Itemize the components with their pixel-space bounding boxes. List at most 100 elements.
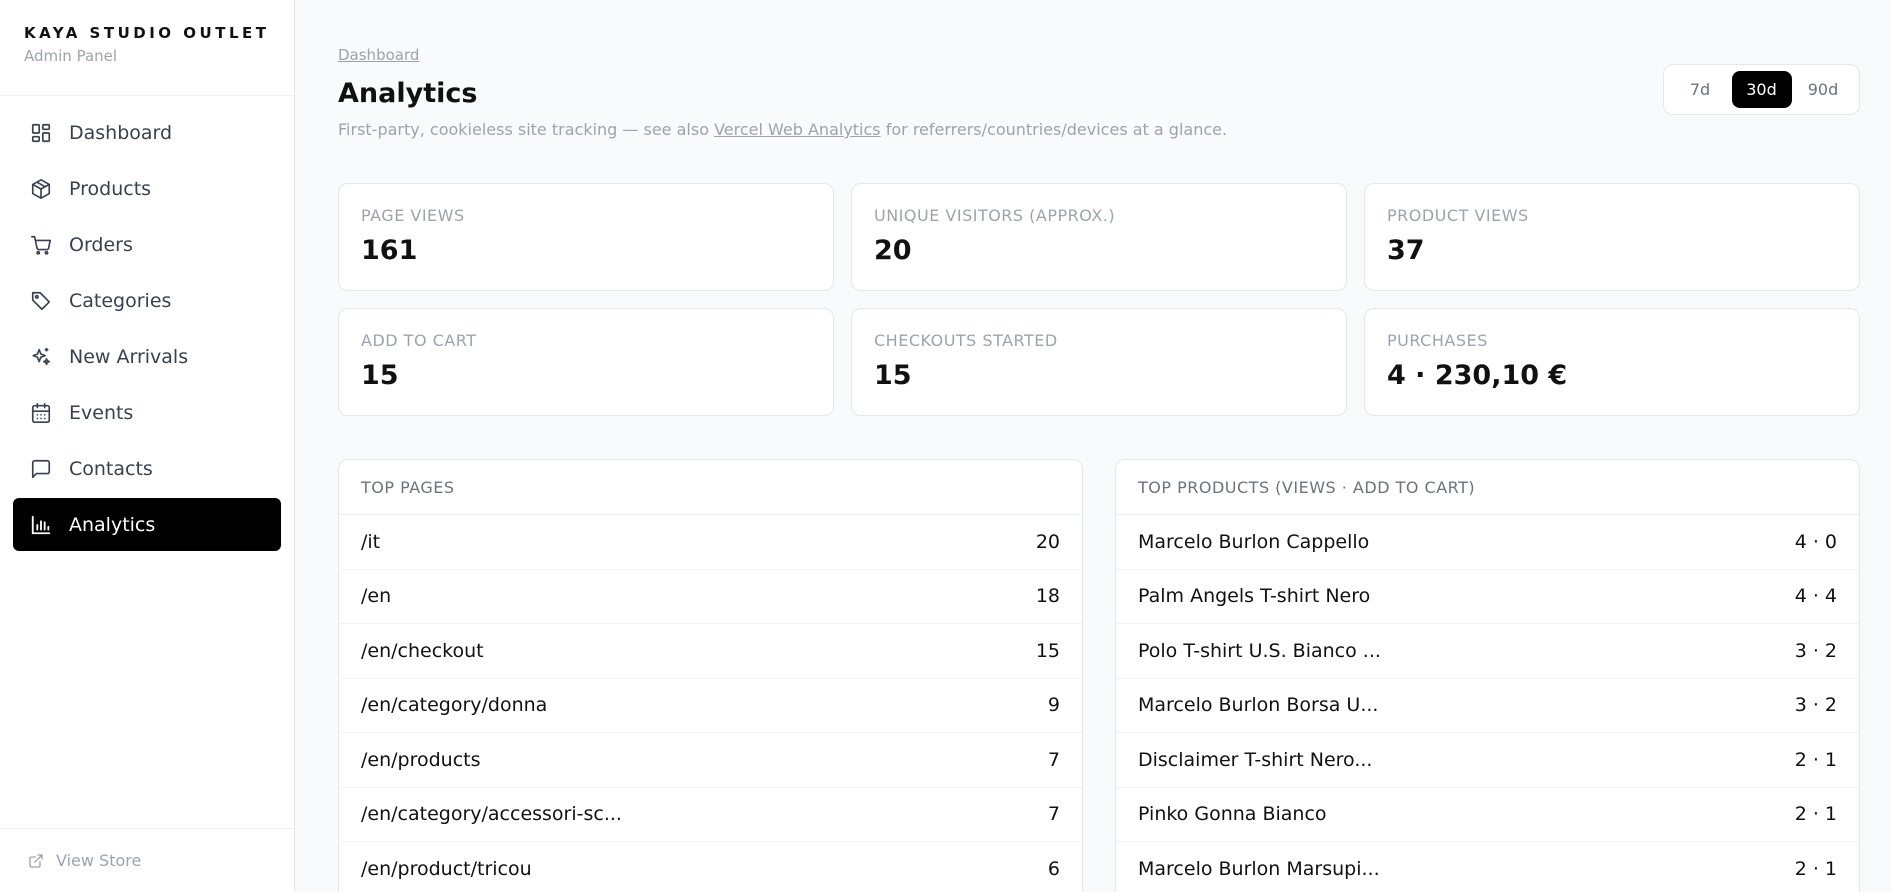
- stat-label: ADD TO CART: [361, 331, 477, 350]
- table-row: Marcelo Burlon Cappello 4 · 0: [1116, 515, 1859, 570]
- stat-label: PAGE VIEWS: [361, 206, 465, 225]
- range-30d-button[interactable]: 30d: [1731, 71, 1792, 108]
- brand-subtitle: Admin Panel: [24, 47, 118, 65]
- panel-title: TOP PRODUCTS (VIEWS · ADD TO CART): [1116, 460, 1859, 515]
- cart-icon: [29, 233, 53, 257]
- stat-value: 4 · 230,10 €: [1387, 360, 1568, 391]
- top-products-panel: TOP PRODUCTS (VIEWS · ADD TO CART) Marce…: [1115, 459, 1860, 892]
- row-value: 20: [1035, 530, 1060, 553]
- row-label: Polo T-shirt U.S. Bianco ...: [1138, 639, 1381, 662]
- brand-title: KAYA STUDIO OUTLET: [24, 24, 270, 42]
- sidebar: KAYA STUDIO OUTLET Admin Panel Dashboard…: [0, 0, 295, 892]
- sidebar-item-products[interactable]: Products: [13, 162, 281, 215]
- sidebar-item-orders[interactable]: Orders: [13, 218, 281, 271]
- row-value: 15: [1035, 639, 1060, 662]
- sidebar-item-label: New Arrivals: [69, 345, 189, 368]
- range-7d-button[interactable]: 7d: [1670, 71, 1730, 108]
- row-label: /en/products: [361, 748, 481, 771]
- sidebar-item-label: Products: [69, 177, 152, 200]
- stat-value: 161: [361, 235, 418, 266]
- table-row: /en/category/donna 9: [339, 679, 1082, 733]
- bar-chart-icon: [29, 513, 53, 537]
- subtitle-text-end: for referrers/countries/devices at a gla…: [880, 120, 1228, 139]
- stat-card-purchases: PURCHASES 4 · 230,10 €: [1364, 308, 1860, 416]
- stat-value: 15: [361, 360, 399, 391]
- row-label: Disclaimer T-shirt Nero...: [1138, 748, 1373, 771]
- row-label: /en/product/tricou: [361, 857, 532, 880]
- panel-title: TOP PAGES: [339, 460, 1082, 515]
- row-label: /en: [361, 585, 392, 608]
- table-row: /en/checkout 15: [339, 624, 1082, 679]
- row-label: Marcelo Burlon Borsa U...: [1138, 694, 1379, 717]
- row-label: Marcelo Burlon Marsupi...: [1138, 857, 1380, 880]
- sidebar-item-label: Events: [69, 401, 134, 424]
- view-store-link[interactable]: View Store: [0, 828, 294, 892]
- top-pages-panel: TOP PAGES /it 20 /en 18 /en/checkout 15 /en…: [338, 459, 1083, 892]
- sidebar-item-categories[interactable]: Categories: [13, 274, 281, 327]
- table-row: Disclaimer T-shirt Nero... 2 · 1: [1116, 733, 1859, 788]
- row-value: 7: [1047, 748, 1060, 771]
- table-row: Palm Angels T-shirt Nero 4 · 4: [1116, 570, 1859, 624]
- stat-value: 37: [1387, 235, 1425, 266]
- table-row: /it 20: [339, 515, 1082, 570]
- sidebar-item-new-arrivals[interactable]: New Arrivals: [13, 330, 281, 383]
- breadcrumb[interactable]: Dashboard: [338, 46, 419, 64]
- table-row: /en/product/tricou 6: [339, 842, 1082, 892]
- range-90d-button[interactable]: 90d: [1793, 71, 1853, 108]
- table-row: Polo T-shirt U.S. Bianco ... 3 · 2: [1116, 624, 1859, 679]
- external-link-icon: [29, 853, 43, 868]
- sidebar-item-contacts[interactable]: Contacts: [13, 442, 281, 495]
- row-value: 18: [1035, 585, 1060, 608]
- stat-value: 20: [874, 235, 912, 266]
- stat-card-page-views: PAGE VIEWS 161: [338, 183, 834, 291]
- sidebar-item-label: Categories: [69, 289, 172, 312]
- table-row: Pinko Gonna Bianco 2 · 1: [1116, 788, 1859, 842]
- vercel-analytics-link[interactable]: Vercel Web Analytics: [714, 120, 881, 139]
- stat-label: PRODUCT VIEWS: [1387, 206, 1529, 225]
- row-value: 2 · 1: [1794, 748, 1837, 771]
- row-value: 7: [1047, 803, 1060, 826]
- subtitle-text: First-party, cookieless site tracking — …: [338, 120, 715, 139]
- row-label: /en/category/accessori-sc...: [361, 803, 622, 826]
- stat-value: 15: [874, 360, 912, 391]
- row-value: 2 · 1: [1794, 857, 1837, 880]
- range-selector: 7d 30d 90d: [1663, 64, 1860, 115]
- calendar-icon: [29, 401, 53, 425]
- row-label: Palm Angels T-shirt Nero: [1138, 585, 1371, 608]
- sidebar-item-dashboard[interactable]: Dashboard: [13, 106, 281, 159]
- stat-label: PURCHASES: [1387, 331, 1488, 350]
- dashboard-icon: [29, 121, 53, 145]
- sparkles-icon: [29, 345, 53, 369]
- brand: KAYA STUDIO OUTLET Admin Panel: [0, 0, 294, 96]
- row-value: 3 · 2: [1794, 694, 1837, 717]
- sidebar-item-analytics[interactable]: Analytics: [13, 498, 281, 551]
- sidebar-nav: Dashboard Products Orders Categories New…: [0, 96, 294, 564]
- table-row: Marcelo Burlon Marsupi... 2 · 1: [1116, 842, 1859, 892]
- row-value: 4 · 0: [1794, 530, 1837, 553]
- page-title: Analytics: [338, 78, 478, 109]
- row-label: Pinko Gonna Bianco: [1138, 803, 1327, 826]
- table-row: /en/category/accessori-sc... 7: [339, 788, 1082, 842]
- message-icon: [29, 457, 53, 481]
- stat-label: CHECKOUTS STARTED: [874, 331, 1058, 350]
- tag-icon: [29, 289, 53, 313]
- row-value: 6: [1047, 857, 1060, 880]
- row-label: /en/category/donna: [361, 694, 548, 717]
- stat-card-checkouts-started: CHECKOUTS STARTED 15: [851, 308, 1347, 416]
- stats-grid: PAGE VIEWS 161 UNIQUE VISITORS (APPROX.)…: [338, 183, 1860, 416]
- row-label: /en/checkout: [361, 639, 484, 662]
- sidebar-item-label: Dashboard: [69, 121, 173, 144]
- page-subtitle: First-party, cookieless site tracking — …: [338, 120, 1227, 139]
- row-value: 2 · 1: [1794, 803, 1837, 826]
- table-row: /en/products 7: [339, 733, 1082, 788]
- row-value: 4 · 4: [1794, 585, 1837, 608]
- stat-label: UNIQUE VISITORS (APPROX.): [874, 206, 1116, 225]
- stat-card-unique-visitors: UNIQUE VISITORS (APPROX.) 20: [851, 183, 1347, 291]
- row-label: /it: [361, 530, 381, 553]
- stat-card-add-to-cart: ADD TO CART 15: [338, 308, 834, 416]
- row-label: Marcelo Burlon Cappello: [1138, 530, 1370, 553]
- sidebar-item-label: Orders: [69, 233, 133, 256]
- sidebar-item-events[interactable]: Events: [13, 386, 281, 439]
- box-icon: [29, 177, 53, 201]
- sidebar-item-label: Analytics: [69, 513, 156, 536]
